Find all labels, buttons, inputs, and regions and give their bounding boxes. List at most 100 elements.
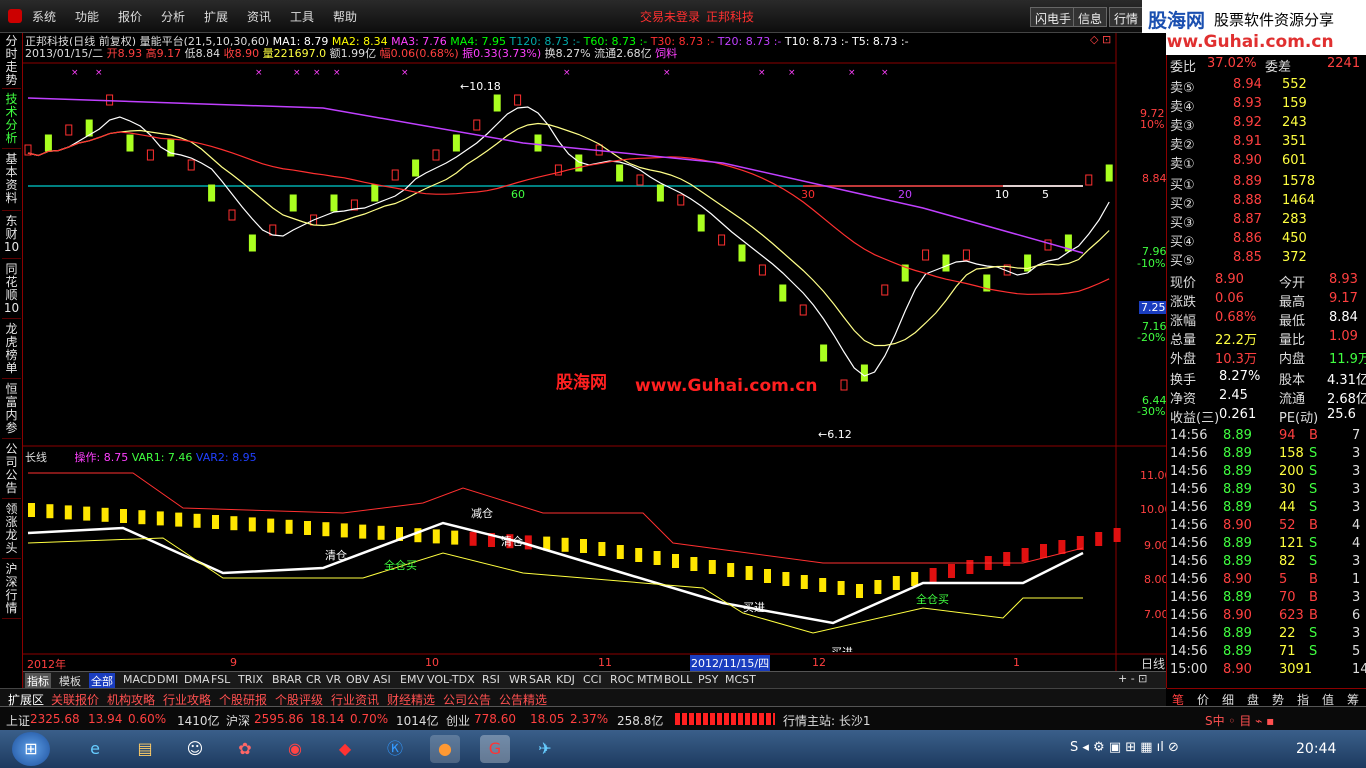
- menu-function[interactable]: 功能: [75, 8, 99, 25]
- menu-help[interactable]: 帮助: [333, 8, 357, 25]
- indicator-tab[interactable]: BRAR: [270, 673, 304, 686]
- start-button[interactable]: ⊞: [12, 732, 50, 766]
- info-button[interactable]: 信息: [1073, 7, 1108, 27]
- sidebar-item-technical[interactable]: 技术分析: [2, 93, 21, 149]
- indicator-tab[interactable]: DMA: [182, 673, 212, 686]
- tick-row[interactable]: 14:56 8.90 5 B 1: [1167, 571, 1366, 590]
- sidebar-item-fundamentals[interactable]: 基本资料: [2, 153, 21, 211]
- tick-row[interactable]: 14:56 8.89 71 S 5: [1167, 643, 1366, 662]
- indicator-tab[interactable]: RSI: [480, 673, 502, 686]
- tabs-right-controls[interactable]: + - ⊡: [1118, 672, 1147, 685]
- flash-trade-button[interactable]: 闪电手: [1030, 7, 1077, 27]
- menu-news[interactable]: 资讯: [247, 8, 271, 25]
- tick-row[interactable]: 14:56 8.90 623 B 6: [1167, 607, 1366, 626]
- sell-level-row[interactable]: 卖⑤ 8.94 552: [1167, 76, 1366, 96]
- sell-level-row[interactable]: 卖④ 8.93 159: [1167, 95, 1366, 115]
- tray-area[interactable]: S ◂ ⚙ ▣ ⊞ ▦ ıl ⊘: [1070, 740, 1179, 755]
- stat-row[interactable]: 外盘 10.3万 内盘 11.9万: [1167, 347, 1366, 367]
- buy-level-row[interactable]: 买② 8.88 1464: [1167, 192, 1366, 212]
- menu-analysis[interactable]: 分析: [161, 8, 185, 25]
- indicator-tab[interactable]: PSY: [696, 673, 720, 686]
- indicator-tab[interactable]: CR: [304, 673, 323, 686]
- sell-level-row[interactable]: 卖① 8.90 601: [1167, 152, 1366, 172]
- menu-tools[interactable]: 工具: [290, 8, 314, 25]
- stock-app-icon[interactable]: G: [480, 735, 510, 763]
- x-crosshair-date: 2012/11/15/四: [690, 655, 771, 671]
- sell-level-row[interactable]: 卖② 8.91 351: [1167, 133, 1366, 153]
- indicator-tab[interactable]: MCST: [723, 673, 758, 686]
- tick-row[interactable]: 15:00 8.90 3091 146: [1167, 661, 1366, 680]
- qq-icon[interactable]: ☺: [180, 735, 210, 763]
- tick-row[interactable]: 14:56 8.89 30 S 3: [1167, 481, 1366, 500]
- sell-level-row[interactable]: 卖③ 8.92 243: [1167, 114, 1366, 134]
- sidebar-item-dragon-tiger[interactable]: 龙虎榜单: [2, 323, 21, 379]
- buy-level-row[interactable]: 买③ 8.87 283: [1167, 211, 1366, 231]
- stat2-row[interactable]: 换手 8.27% 股本 4.31亿: [1167, 368, 1366, 388]
- buy-level-row[interactable]: 买⑤ 8.85 372: [1167, 249, 1366, 269]
- sidebar-item-hengfu[interactable]: 恒富内参: [2, 383, 21, 439]
- indicator-tab[interactable]: TRIX: [236, 673, 265, 686]
- indicator-tab[interactable]: OBV: [344, 673, 371, 686]
- clock[interactable]: 20:44: [1296, 741, 1336, 757]
- stat-row[interactable]: 现价 8.90 今开 8.93: [1167, 271, 1366, 291]
- stat-row[interactable]: 涨跌 0.06 最高 9.17: [1167, 290, 1366, 310]
- sidebar-item-market[interactable]: 沪深行情: [2, 563, 21, 619]
- indicator-tab[interactable]: KDJ: [554, 673, 577, 686]
- app-red-icon[interactable]: ◆: [330, 735, 360, 763]
- market-button[interactable]: 行情: [1109, 7, 1144, 27]
- fox-icon[interactable]: ●: [430, 735, 460, 763]
- indicator-tab[interactable]: ROC: [608, 673, 636, 686]
- indicator-tab[interactable]: ASI: [371, 673, 393, 686]
- sidebar-item-ths[interactable]: 同花顺10: [2, 263, 21, 319]
- chart-canvas[interactable]: × × × × × × × × × × × × ×: [23, 33, 1166, 671]
- game-icon[interactable]: ✿: [230, 735, 260, 763]
- chart-collapse-icon[interactable]: ◇ ⊡: [1090, 33, 1111, 46]
- stat-row[interactable]: 总量 22.2万 量比 1.09: [1167, 328, 1366, 348]
- indicator-tab[interactable]: VOL-TDX: [425, 673, 477, 686]
- indicator-tab[interactable]: CCI: [581, 673, 604, 686]
- indicator-tab[interactable]: FSL: [209, 673, 232, 686]
- buy-level-row[interactable]: 买④ 8.86 450: [1167, 230, 1366, 250]
- indicator-tab[interactable]: 指标: [25, 673, 51, 689]
- ie-icon[interactable]: e: [80, 735, 110, 763]
- indicator-bar: [469, 531, 477, 546]
- indicator-tab[interactable]: BOLL: [662, 673, 694, 686]
- tray-icons[interactable]: S中 ◦ 目 ⌁ ▪: [1205, 712, 1274, 729]
- explorer-icon[interactable]: ▤: [130, 735, 160, 763]
- brand-banner: 股海网 股票软件资源分享 Www.Guhai.com.cn: [1142, 0, 1366, 55]
- indicator-tab[interactable]: VR: [324, 673, 343, 686]
- kline-chart-area[interactable]: × × × × × × × × × × × × × 正邦科技(日线 前复权) 量能平台(21,5,10,…: [23, 33, 1187, 672]
- tick-row[interactable]: 14:56 8.89 70 B 3: [1167, 589, 1366, 608]
- tick-row[interactable]: 14:56 8.89 82 S 3: [1167, 553, 1366, 572]
- stat-row[interactable]: 涨幅 0.68% 最低 8.84: [1167, 309, 1366, 329]
- tick-row[interactable]: 14:56 8.90 52 B 4: [1167, 517, 1366, 536]
- buy-level-row[interactable]: 买① 8.89 1578: [1167, 173, 1366, 193]
- menu-system[interactable]: 系统: [32, 8, 56, 25]
- indicator-tab[interactable]: MTM: [635, 673, 665, 686]
- indicator-tab[interactable]: MACD: [121, 673, 158, 686]
- app-k-icon[interactable]: Ⓚ: [380, 735, 410, 763]
- indicator-tab[interactable]: 模板: [57, 673, 83, 689]
- indicator-tab[interactable]: 全部: [89, 673, 115, 689]
- indicator-tab[interactable]: SAR: [527, 673, 553, 686]
- tick-row[interactable]: 14:56 8.89 44 S 3: [1167, 499, 1366, 518]
- indicator-tab[interactable]: EMV: [398, 673, 426, 686]
- sidebar-item-intraday[interactable]: 分时走势: [2, 35, 21, 89]
- tick-row[interactable]: 14:56 8.89 121 S 4: [1167, 535, 1366, 554]
- menu-extend[interactable]: 扩展: [204, 8, 228, 25]
- bird-icon[interactable]: ✈: [530, 735, 560, 763]
- tick-row[interactable]: 14:56 8.89 22 S 3: [1167, 625, 1366, 644]
- stat2-row[interactable]: 净资 2.45 流通 2.68亿: [1167, 387, 1366, 407]
- period-label[interactable]: 日线: [1141, 655, 1165, 672]
- menu-quote[interactable]: 报价: [118, 8, 142, 25]
- indicator-tab[interactable]: DMI: [155, 673, 180, 686]
- sidebar-item-eastmoney[interactable]: 东财10: [2, 215, 21, 259]
- stat2-row[interactable]: 收益(三) 0.261 PE(动) 25.6: [1167, 406, 1366, 426]
- tick-row[interactable]: 14:56 8.89 94 B 7: [1167, 427, 1366, 446]
- sidebar-item-announcements[interactable]: 公司公告: [2, 443, 21, 499]
- player-icon[interactable]: ◉: [280, 735, 310, 763]
- server-status[interactable]: 行情主站: 长沙1: [783, 712, 871, 729]
- sidebar-item-leaders[interactable]: 领涨龙头: [2, 503, 21, 559]
- tick-row[interactable]: 14:56 8.89 158 S 3: [1167, 445, 1366, 464]
- tick-row[interactable]: 14:56 8.89 200 S 3: [1167, 463, 1366, 482]
